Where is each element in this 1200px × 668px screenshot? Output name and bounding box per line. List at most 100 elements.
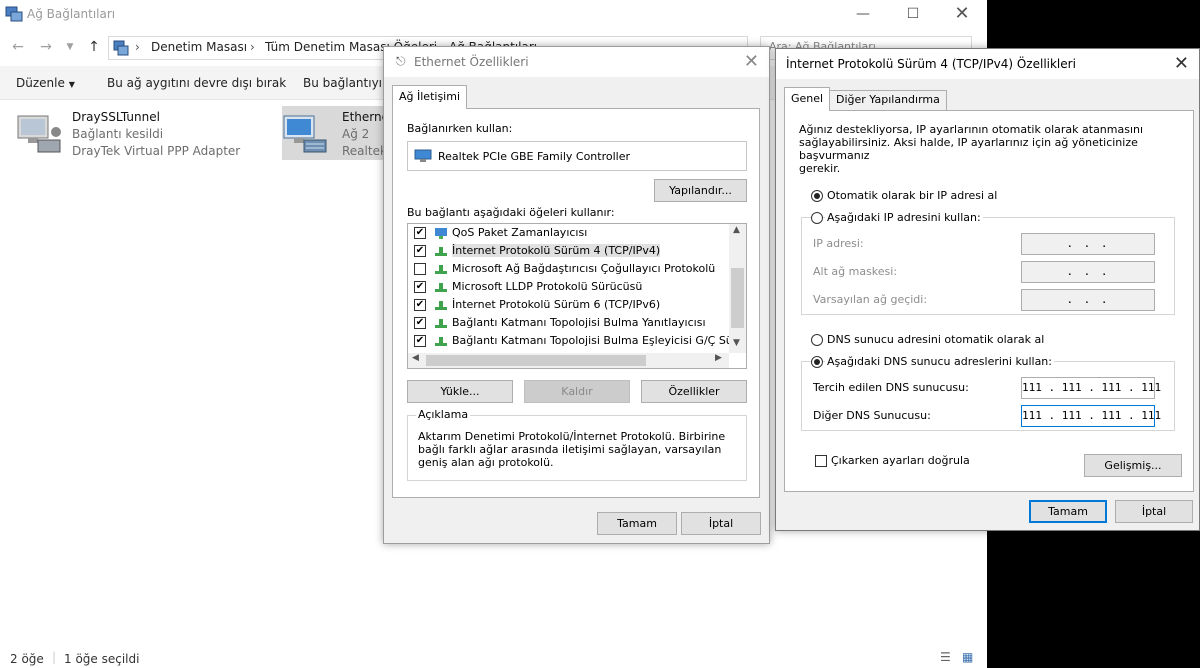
alternate-dns-input[interactable]: 111 . 111 . 111 . 111 [1021, 405, 1161, 427]
auto-ip-radio[interactable] [811, 190, 823, 202]
list-item[interactable]: ✔ QoS Paket Zamanlayıcısı [414, 224, 734, 242]
protocol-icon [435, 283, 447, 292]
item-checkbox[interactable] [414, 263, 426, 275]
details-view-icon[interactable]: ☰ [940, 650, 951, 664]
cancel-button[interactable]: İptal [681, 512, 761, 535]
configure-button[interactable]: Yapılandır... [654, 179, 747, 202]
item-label: Bağlantı Katmanı Topolojisi Bulma Yanıtl… [452, 316, 706, 329]
scroll-left-icon[interactable]: ◀ [412, 353, 419, 363]
dialog-title: İnternet Protokolü Sürüm 4 (TCP/IPv4) Öz… [786, 57, 1076, 71]
adapter-box: Realtek PCIe GBE Family Controller [407, 141, 747, 171]
item-checkbox[interactable]: ✔ [414, 317, 426, 329]
back-arrow-icon[interactable]: ← [8, 37, 28, 57]
title-bar: Ağ Bağlantıları — ☐ ✕ [0, 0, 987, 30]
connection-item-ethernet[interactable]: Ethernet Ağ 2 Realtek PCIe GBE Family Co… [282, 106, 551, 160]
connection-adapter: DrayTek Virtual PPP Adapter [72, 144, 241, 158]
status-bar: 2 öğe | 1 öğe seçildi ☰ ▦ [0, 648, 987, 668]
preferred-dns-input[interactable]: 111 . 111 . 111 . 111 [1021, 377, 1161, 399]
intro-line: Ağınız destekliyorsa, IP ayarlarının oto… [799, 123, 1144, 136]
item-checkbox[interactable]: ✔ [414, 245, 426, 257]
protocol-icon [435, 301, 447, 310]
advanced-button[interactable]: Gelişmiş... [1084, 454, 1182, 477]
validate-label[interactable]: Çıkarken ayarları doğrula [831, 454, 970, 467]
ethernet-properties-dialog: ⎋ Ethernet Özellikleri ✕ Ağ İletişimi Ba… [383, 46, 770, 544]
scroll-down-icon[interactable]: ▼ [733, 338, 740, 348]
item-label: Bağlantı Katmanı Topolojisi Bulma Eşleyi… [452, 334, 747, 347]
gateway-input[interactable]: . . . [1021, 289, 1155, 311]
connect-using-label: Bağlanırken kullan: [407, 122, 513, 135]
preferred-dns-label: Tercih edilen DNS sunucusu: [813, 381, 969, 394]
components-list[interactable]: ✔ QoS Paket Zamanlayıcısı ✔ İnternet Pro… [407, 223, 747, 369]
crumb-separator-icon: › [135, 40, 140, 54]
manual-dns-radio[interactable] [811, 356, 823, 368]
intro-text: Ağınız destekliyorsa, IP ayarlarının oto… [799, 123, 1185, 175]
disable-device-button[interactable]: Bu ağ aygıtını devre dışı bırak [107, 76, 286, 90]
subnet-mask-input[interactable]: . . . [1021, 261, 1155, 283]
qos-icon [435, 228, 447, 239]
manual-dns-label[interactable]: Aşağıdaki DNS sunucu adreslerini kullan: [825, 355, 1054, 368]
cancel-button[interactable]: İptal [1115, 500, 1193, 523]
tiles-view-icon[interactable]: ▦ [962, 650, 973, 664]
recent-chevron-icon[interactable]: ▼ [60, 37, 80, 57]
scroll-up-icon[interactable]: ▲ [733, 225, 740, 235]
connection-name: DraySSLTunnel [72, 110, 160, 124]
dialog-title-bar: ⎋ Ethernet Özellikleri ✕ [384, 47, 769, 77]
scroll-right-icon[interactable]: ▶ [715, 353, 722, 363]
general-panel: Ağınız destekliyorsa, IP ayarlarının oto… [784, 110, 1194, 492]
subnet-mask-label: Alt ağ maskesi: [813, 265, 898, 278]
protocol-icon [435, 247, 447, 256]
status-divider: | [52, 650, 57, 664]
ok-button[interactable]: Tamam [1029, 500, 1107, 523]
auto-dns-radio[interactable] [811, 334, 823, 346]
vertical-scrollbar[interactable]: ▲ ▼ [729, 224, 746, 353]
close-icon[interactable]: ✕ [939, 0, 985, 30]
scroll-thumb[interactable] [426, 355, 646, 366]
manual-ip-radio[interactable] [811, 212, 823, 224]
list-item[interactable]: ✔ İnternet Protokolü Sürüm 6 (TCP/IPv6) [414, 296, 734, 314]
close-icon[interactable]: ✕ [1174, 53, 1189, 74]
gateway-label: Varsayılan ağ geçidi: [813, 293, 928, 306]
item-checkbox[interactable]: ✔ [414, 281, 426, 293]
item-label: İnternet Protokolü Sürüm 4 (TCP/IPv4) [452, 244, 661, 257]
ok-button[interactable]: Tamam [597, 512, 677, 535]
up-arrow-icon[interactable]: ↑ [84, 37, 104, 57]
manual-ip-label[interactable]: Aşağıdaki IP adresini kullan: [825, 211, 983, 224]
horizontal-scrollbar[interactable]: ◀ ▶ [408, 353, 729, 368]
adapter-name: Realtek PCIe GBE Family Controller [438, 150, 631, 163]
auto-ip-label[interactable]: Otomatik olarak bir IP adresi al [827, 189, 997, 202]
properties-button[interactable]: Özellikler [641, 380, 747, 403]
minimize-icon[interactable]: — [840, 0, 886, 30]
list-item[interactable]: ✔ Microsoft LLDP Protokolü Sürücüsü [414, 278, 734, 296]
item-count: 2 öğe [10, 652, 44, 666]
description-group: Açıklama Aktarım Denetimi Protokolü/İnte… [407, 408, 747, 481]
item-label: QoS Paket Zamanlayıcısı [452, 226, 588, 239]
protocol-icon [435, 319, 447, 328]
connection-item-dray[interactable]: DraySSLTunnel Bağlantı kesildi DrayTek V… [16, 106, 266, 160]
tab-general[interactable]: Genel [784, 87, 831, 111]
item-checkbox[interactable]: ✔ [414, 299, 426, 311]
network-adapter-icon [17, 115, 61, 153]
scroll-thumb[interactable] [731, 268, 744, 328]
item-label: Microsoft LLDP Protokolü Sürücüsü [452, 280, 643, 293]
list-item[interactable]: ✔ Bağlantı Katmanı Topolojisi Bulma Eşle… [414, 332, 746, 350]
list-item[interactable]: ✔ İnternet Protokolü Sürüm 4 (TCP/IPv4) [414, 242, 734, 260]
control-panel-icon [113, 40, 129, 56]
network-adapter-icon [283, 115, 327, 153]
uninstall-button[interactable]: Kaldır [524, 380, 630, 403]
organize-menu[interactable]: Düzenle ▼ [16, 76, 75, 90]
tab-networking[interactable]: Ağ İletişimi [392, 85, 467, 109]
description-title: Açıklama [416, 408, 471, 421]
validate-checkbox[interactable] [815, 455, 827, 467]
close-icon[interactable]: ✕ [744, 51, 759, 72]
auto-dns-label[interactable]: DNS sunucu adresini otomatik olarak al [827, 333, 1044, 346]
install-button[interactable]: Yükle... [407, 380, 513, 403]
maximize-icon[interactable]: ☐ [890, 0, 936, 30]
ip-address-input[interactable]: . . . [1021, 233, 1155, 255]
forward-arrow-icon[interactable]: → [36, 37, 56, 57]
breadcrumb-item[interactable]: Denetim Masası [151, 40, 247, 54]
item-checkbox[interactable]: ✔ [414, 227, 426, 239]
list-item[interactable]: Microsoft Ağ Bağdaştırıcısı Çoğullayıcı … [414, 260, 734, 278]
item-checkbox[interactable]: ✔ [414, 335, 426, 347]
list-item[interactable]: ✔ Bağlantı Katmanı Topolojisi Bulma Yanı… [414, 314, 734, 332]
tab-alternate-configuration[interactable]: Diğer Yapılandırma [829, 90, 947, 110]
